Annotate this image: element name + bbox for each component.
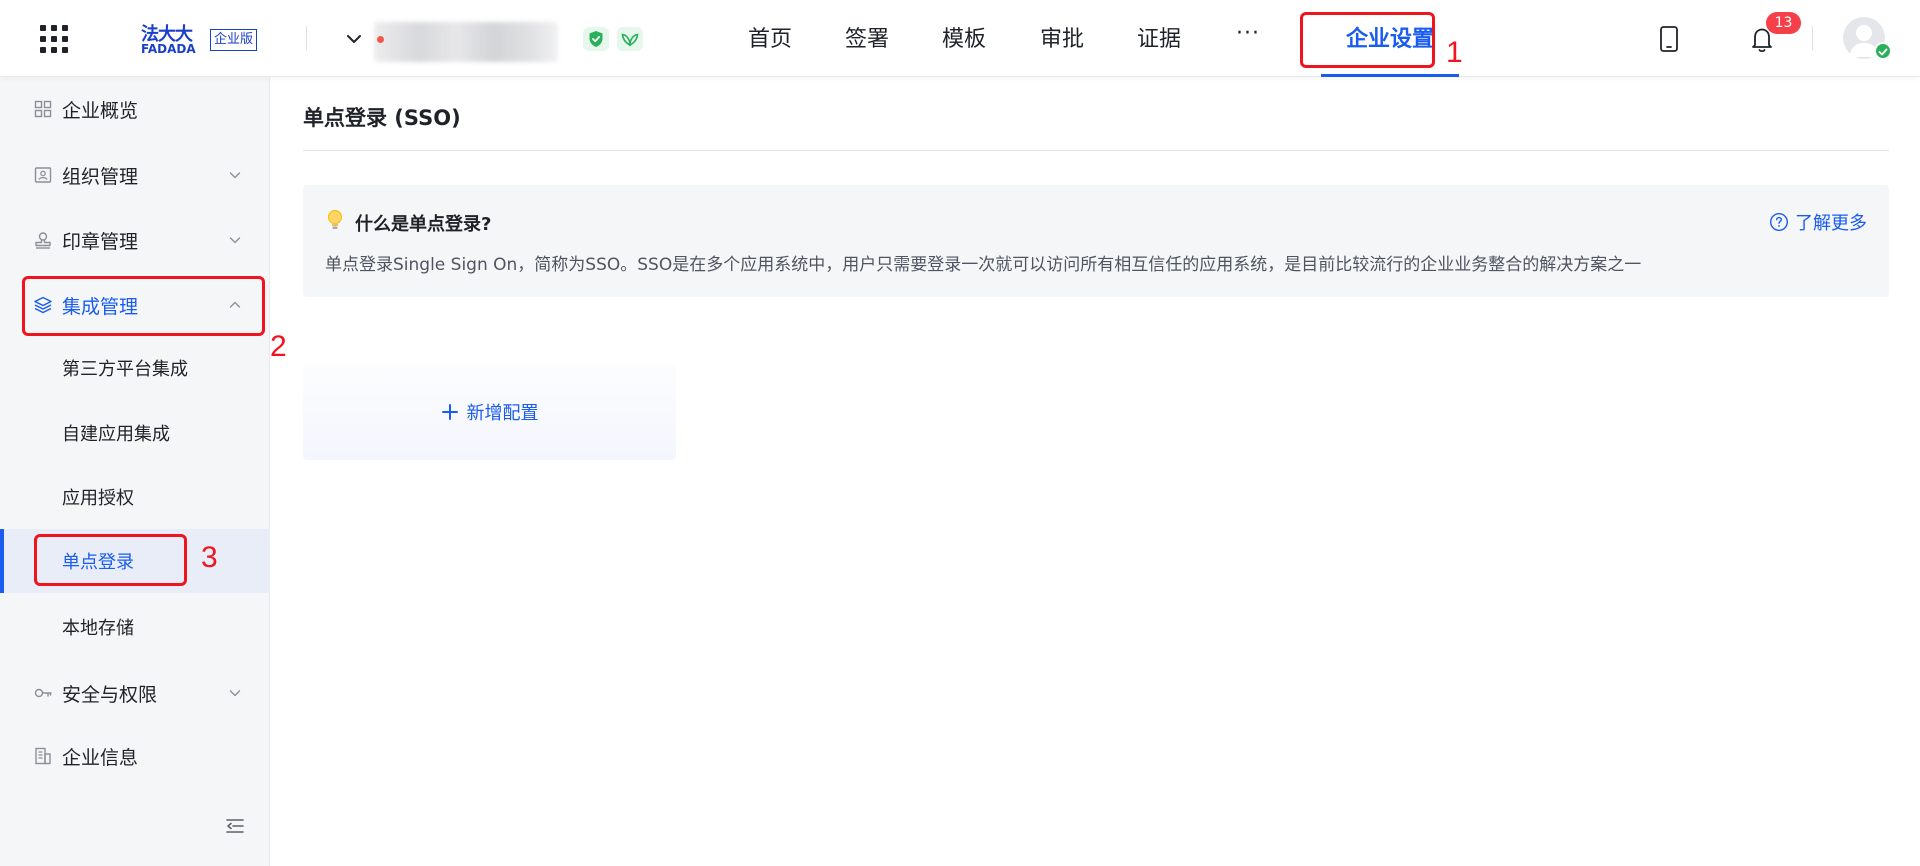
learn-more-label: 了解更多 [1795,213,1867,234]
nav-more[interactable]: ··· [1236,0,1260,71]
nav-home[interactable]: 首页 [748,0,792,77]
layers-icon [34,296,52,314]
help-circle-icon [1769,212,1789,232]
plus-icon [441,403,458,420]
sidebar-item-overview[interactable]: 企业概览 [0,81,270,137]
org-status-dot [377,36,384,43]
sso-info-card: 什么是单点登录? 单点登录Single Sign On，简称为SSO。SSO是在… [303,185,1889,297]
shield-check-icon[interactable] [583,27,609,51]
chevron-down-icon [229,172,241,179]
sidebar-item-org[interactable]: 组织管理 [0,147,270,203]
sidebar-item-enterprise-info[interactable]: 企业信息 [0,728,270,784]
sidebar-item-label: 单点登录 [62,552,134,573]
sidebar-item-label: 企业信息 [62,746,139,769]
top-header: 法大大 FADADA 企业版 首页 签署 模板 审批 证据 ··· 企业设置 1… [0,0,1920,77]
apps-grid-icon[interactable] [40,25,68,53]
header-divider [1812,26,1813,50]
sidebar-item-sso[interactable]: 单点登录 [0,529,270,593]
info-description: 单点登录Single Sign On，简称为SSO。SSO是在多个应用系统中，用… [325,255,1642,275]
chevron-up-icon [229,301,241,308]
org-icon [34,167,52,183]
title-divider [303,150,1889,151]
sidebar-item-integration[interactable]: 集成管理 [0,277,270,333]
sidebar-item-label: 应用授权 [62,488,134,509]
sidebar-item-label: 安全与权限 [62,683,158,706]
verified-check-icon [1874,42,1892,60]
sidebar-item-app-auth[interactable]: 应用授权 [0,469,270,525]
header-divider [306,26,307,50]
sidebar-item-label: 自建应用集成 [62,424,170,445]
chevron-down-icon [229,690,241,697]
notification-count-badge: 13 [1766,12,1801,34]
add-config-button[interactable]: 新增配置 [303,363,676,460]
sidebar-item-label: 本地存储 [62,618,134,639]
annotation-number-1: 1 [1446,36,1463,69]
sidebar-item-label: 集成管理 [62,295,139,318]
annotation-number-3: 3 [201,541,218,574]
nav-evidence[interactable]: 证据 [1137,0,1181,77]
sidebar-item-security[interactable]: 安全与权限 [0,665,270,721]
org-name-blurred[interactable] [374,22,558,62]
nav-sign[interactable]: 签署 [845,0,889,77]
sidebar-item-label: 组织管理 [62,165,139,188]
sidebar-item-stamp[interactable]: 印章管理 [0,212,270,268]
sidebar-item-third-party[interactable]: 第三方平台集成 [0,340,270,396]
key-icon [34,688,52,698]
nav-enterprise-settings[interactable]: 企业设置 [1321,0,1459,77]
logo-text-en: FADADA [141,42,196,56]
chevron-down-icon[interactable] [343,28,365,50]
collapse-sidebar-icon[interactable] [224,815,246,837]
sidebar-item-label: 第三方平台集成 [62,359,188,380]
sidebar-item-local-storage[interactable]: 本地存储 [0,599,270,655]
sidebar-item-custom-app[interactable]: 自建应用集成 [0,405,270,461]
chevron-down-icon [229,237,241,244]
overview-icon [34,100,52,118]
leaf-icon[interactable] [617,27,643,51]
sidebar: 企业概览 组织管理 印章管理 集成管理 第三方平台集成 自建应用集成 应用授权 … [0,77,270,866]
add-config-label: 新增配置 [466,402,539,424]
stamp-icon [35,232,51,249]
sidebar-item-label: 企业概览 [62,99,139,122]
building-icon [35,747,51,765]
lightbulb-icon [328,210,342,229]
brand-logo[interactable]: 法大大 FADADA 企业版 [141,22,258,56]
nav-template[interactable]: 模板 [942,0,986,77]
nav-approval[interactable]: 审批 [1040,0,1084,77]
edition-badge: 企业版 [210,29,258,51]
learn-more-link[interactable]: 了解更多 [1769,209,1867,235]
info-title: 什么是单点登录? [355,214,492,235]
annotation-number-2: 2 [270,330,287,363]
sidebar-item-label: 印章管理 [62,230,139,253]
tablet-icon[interactable] [1656,25,1682,53]
page-title: 单点登录 (SSO) [303,106,461,130]
